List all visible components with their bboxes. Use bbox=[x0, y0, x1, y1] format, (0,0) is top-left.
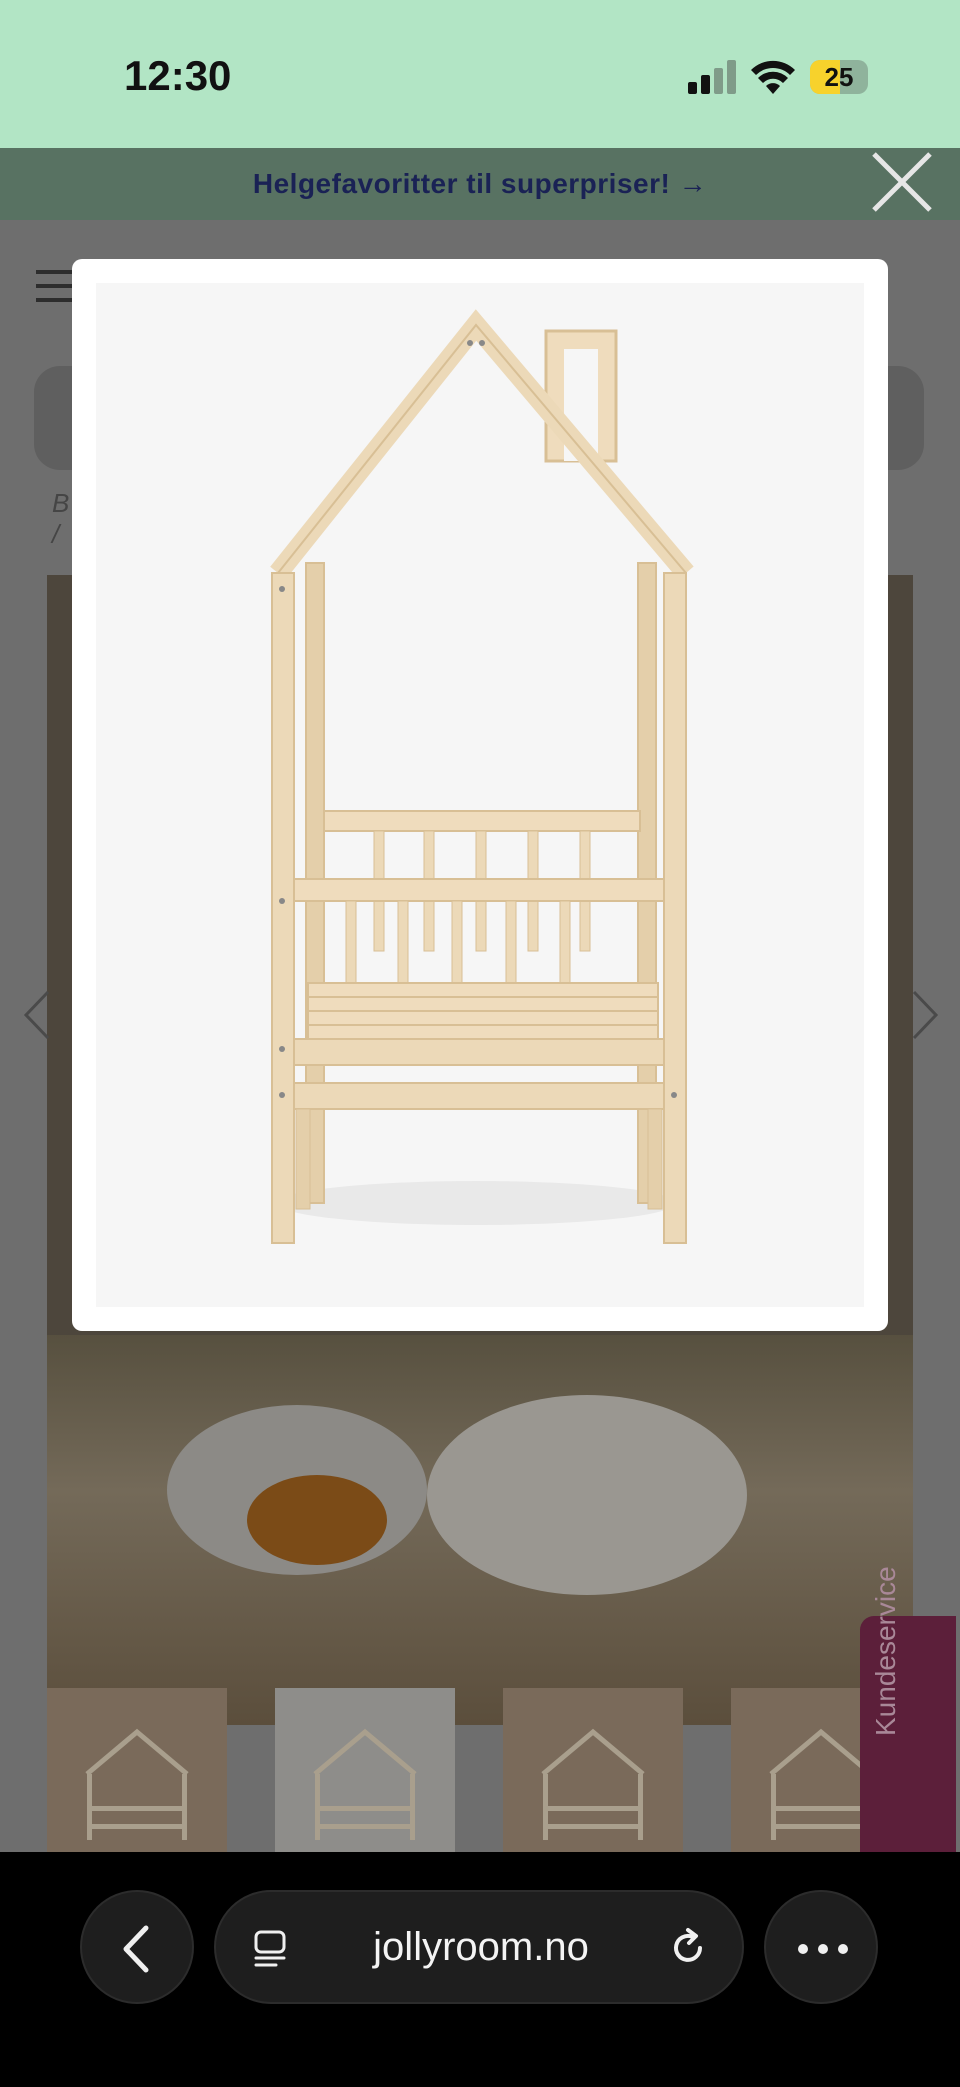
customer-service-tab[interactable]: Kundeservice bbox=[860, 1566, 956, 1852]
chevron-right-icon[interactable] bbox=[904, 990, 944, 1040]
promo-banner[interactable]: Helgefavoritter til superpriser! → bbox=[0, 148, 960, 220]
promo-banner-text[interactable]: Helgefavoritter til superpriser! → bbox=[0, 148, 960, 220]
status-time: 12:30 bbox=[124, 52, 232, 99]
house-bed-icon bbox=[541, 1728, 645, 1840]
battery-icon: 25 bbox=[810, 60, 868, 94]
back-button[interactable] bbox=[80, 1890, 194, 2004]
more-button[interactable] bbox=[764, 1890, 878, 2004]
more-icon bbox=[798, 1944, 848, 1954]
house-bed-icon bbox=[313, 1728, 417, 1840]
reload-icon[interactable] bbox=[666, 1926, 710, 1970]
address-bar[interactable]: jollyroom.no bbox=[214, 1890, 744, 2004]
chevron-left-icon[interactable] bbox=[18, 990, 58, 1040]
browser-toolbar: jollyroom.no bbox=[0, 1852, 960, 2087]
menu-icon[interactable] bbox=[36, 270, 76, 302]
customer-service-label[interactable]: Kundeservice bbox=[870, 1496, 902, 1736]
house-bed-illustration bbox=[270, 309, 694, 1244]
thumbnail-house-bed-front-view[interactable] bbox=[275, 1688, 455, 1852]
status-bar: 12:30 25 bbox=[0, 0, 960, 148]
thumbnail-house-bed-bedroom-photo[interactable] bbox=[47, 1688, 227, 1852]
chevron-left-icon bbox=[123, 1925, 149, 1973]
breadcrumb: B / bbox=[52, 488, 70, 549]
close-icon[interactable] bbox=[870, 150, 934, 214]
cellular-signal-icon bbox=[688, 60, 736, 94]
wifi-icon bbox=[751, 60, 795, 94]
lightbox-product-image[interactable] bbox=[96, 283, 864, 1307]
image-lightbox bbox=[72, 259, 888, 1331]
battery-level: 25 bbox=[824, 62, 854, 92]
hero-duvet bbox=[427, 1395, 747, 1595]
house-bed-icon bbox=[85, 1728, 189, 1840]
hero-print bbox=[247, 1475, 387, 1565]
thumbnail-house-bed-with-bedding[interactable] bbox=[503, 1688, 683, 1852]
